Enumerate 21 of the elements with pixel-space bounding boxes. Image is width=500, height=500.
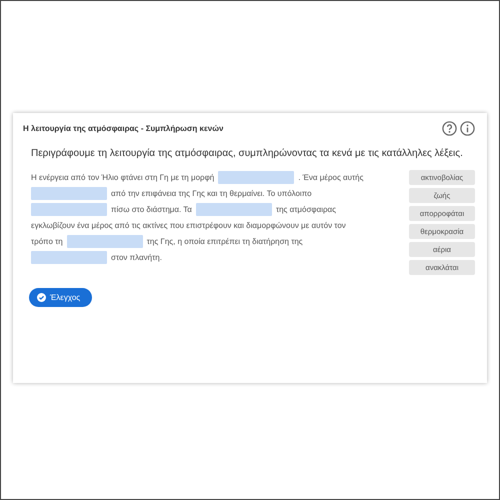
passage-text: Η ενέργεια από τον Ήλιο φτάνει στη Γη με τη μορφή	[31, 172, 214, 182]
check-icon	[37, 293, 46, 302]
blank-field[interactable]	[218, 170, 294, 184]
blank-field[interactable]	[31, 186, 107, 200]
passage-text: τρόπο τη	[31, 236, 63, 246]
passage-text: πίσω στο διάστημα. Τα	[111, 204, 192, 214]
passage-text: της ατμόσφαιρας	[276, 204, 336, 214]
instruction-text: Περιγράφουμε τη λειτουργία της ατμόσφαιρας, συμπληρώνοντας τα κενά με τις κατάλληλες λέξεις.	[31, 148, 464, 159]
blank-field[interactable]	[31, 202, 107, 216]
passage-text: . Ένα μέρος αυτής	[298, 172, 364, 182]
check-button[interactable]: Έλεγχος	[29, 288, 92, 307]
passage-text: στον πλανήτη.	[111, 252, 162, 262]
blank-field[interactable]	[196, 202, 272, 216]
passage-text: από την επιφάνεια της Γης και τη θερμαίνει. Το υπόλοιπο	[111, 188, 312, 198]
info-icon[interactable]	[460, 121, 475, 136]
activity-title: Η λειτουργία της ατμόσφαιρας - Συμπλήρωση κενών	[23, 124, 224, 133]
blank-field[interactable]	[31, 250, 107, 264]
passage-text: της Γης, η οποία επιτρέπει τη διατήρηση της	[146, 236, 303, 246]
blank-field[interactable]	[66, 234, 143, 248]
help-icon[interactable]	[442, 121, 457, 136]
passage-text: εγκλωβίζουν ένα μέρος από τις ακτίνες που επιστρέφουν και διαμορφώνουν με αυτόν τον	[31, 220, 346, 230]
